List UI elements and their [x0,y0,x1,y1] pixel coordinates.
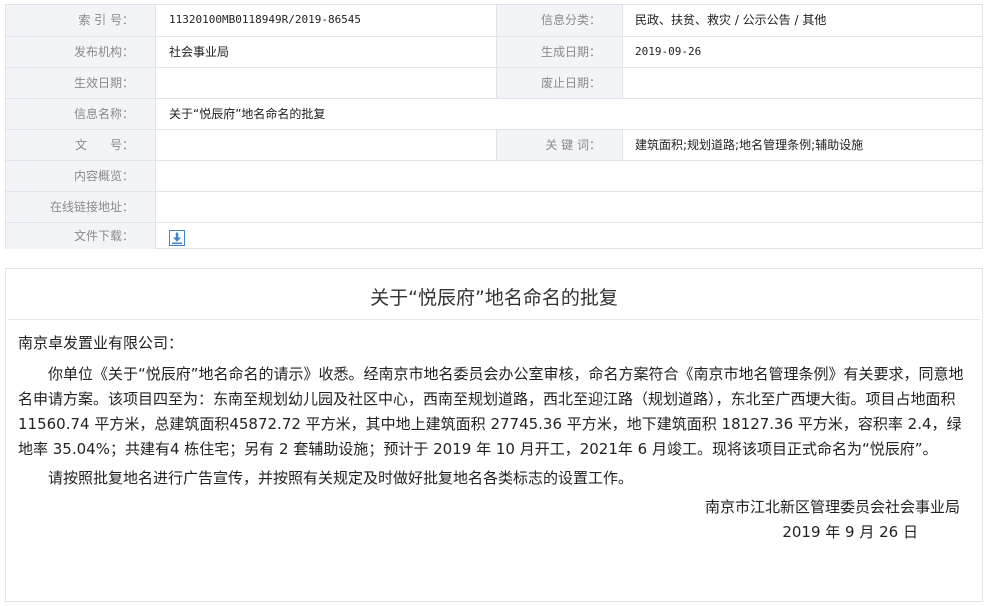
online-link-label: 在线链接地址： [6,192,156,222]
title-divider [8,319,980,320]
info-name-label: 信息名称： [6,99,156,129]
generated-date-value: 2019-09-26 [635,45,702,58]
doc-number-label: 文 号： [6,130,156,160]
info-row-download: 文件下载： [6,222,982,249]
expire-date-label: 废止日期： [497,68,623,98]
category-value: 民政、扶贫、救灾 / 公示公告 / 其他 [635,13,827,27]
info-row-name: 信息名称： 关于“悦辰府”地名命名的批复 [6,98,982,129]
publisher-label: 发布机构： [6,37,156,67]
category-label: 信息分类： [497,5,623,36]
info-row-docno: 文 号： 关 键 词： 建筑面积;规划道路;地名管理条例;辅助设施 [6,129,982,160]
article-body: 南京卓发置业有限公司： 你单位《关于“悦辰府”地名命名的请示》收悉。经南京市地名… [18,327,964,545]
online-link-value [157,192,982,222]
article-signer: 南京市江北新区管理委员会社会事业局 [704,498,960,516]
article-title: 关于“悦辰府”地名命名的批复 [370,287,618,309]
generated-date-label: 生成日期： [497,37,623,67]
info-row-link: 在线链接地址： [6,191,982,222]
index-value: 11320100MB0118949R/2019-86545 [157,5,497,36]
info-name-value: 关于“悦辰府”地名命名的批复 [169,107,326,121]
download-icon[interactable] [169,230,185,246]
info-row-summary: 内容概览： [6,160,982,191]
effective-date-value [157,68,497,98]
info-row-publisher: 发布机构： 社会事业局 生成日期： 2019-09-26 [6,36,982,67]
effective-date-label: 生效日期： [6,68,156,98]
publisher-value: 社会事业局 [157,37,497,67]
index-label: 索 引 号： [6,5,156,36]
download-label: 文件下载： [6,223,156,249]
doc-number-value [157,130,497,160]
info-row-index: 索 引 号： 11320100MB0118949R/2019-86545 信息分… [6,5,982,36]
article-salutation: 南京卓发置业有限公司： [18,334,184,352]
summary-label: 内容概览： [6,161,156,191]
article-paragraph-1: 你单位《关于“悦辰府”地名命名的请示》收悉。经南京市地名委员会办公室审核，命名方… [18,365,964,458]
info-row-effective: 生效日期： 废止日期： [6,67,982,98]
download-cell [157,223,982,249]
keywords-label: 关 键 词： [497,130,623,160]
info-table: 索 引 号： 11320100MB0118949R/2019-86545 信息分… [5,4,983,249]
article-paragraph-2: 请按照批复地名进行广告宣传，并按照有关规定及时做好批复地名各类标志的设置工作。 [48,469,634,487]
expire-date-value [623,68,982,98]
article-panel: 关于“悦辰府”地名命名的批复 南京卓发置业有限公司： 你单位《关于“悦辰府”地名… [5,268,983,602]
summary-value [157,161,982,191]
keywords-value: 建筑面积;规划道路;地名管理条例;辅助设施 [635,138,864,152]
article-date: 2019 年 9 月 26 日 [782,523,918,541]
